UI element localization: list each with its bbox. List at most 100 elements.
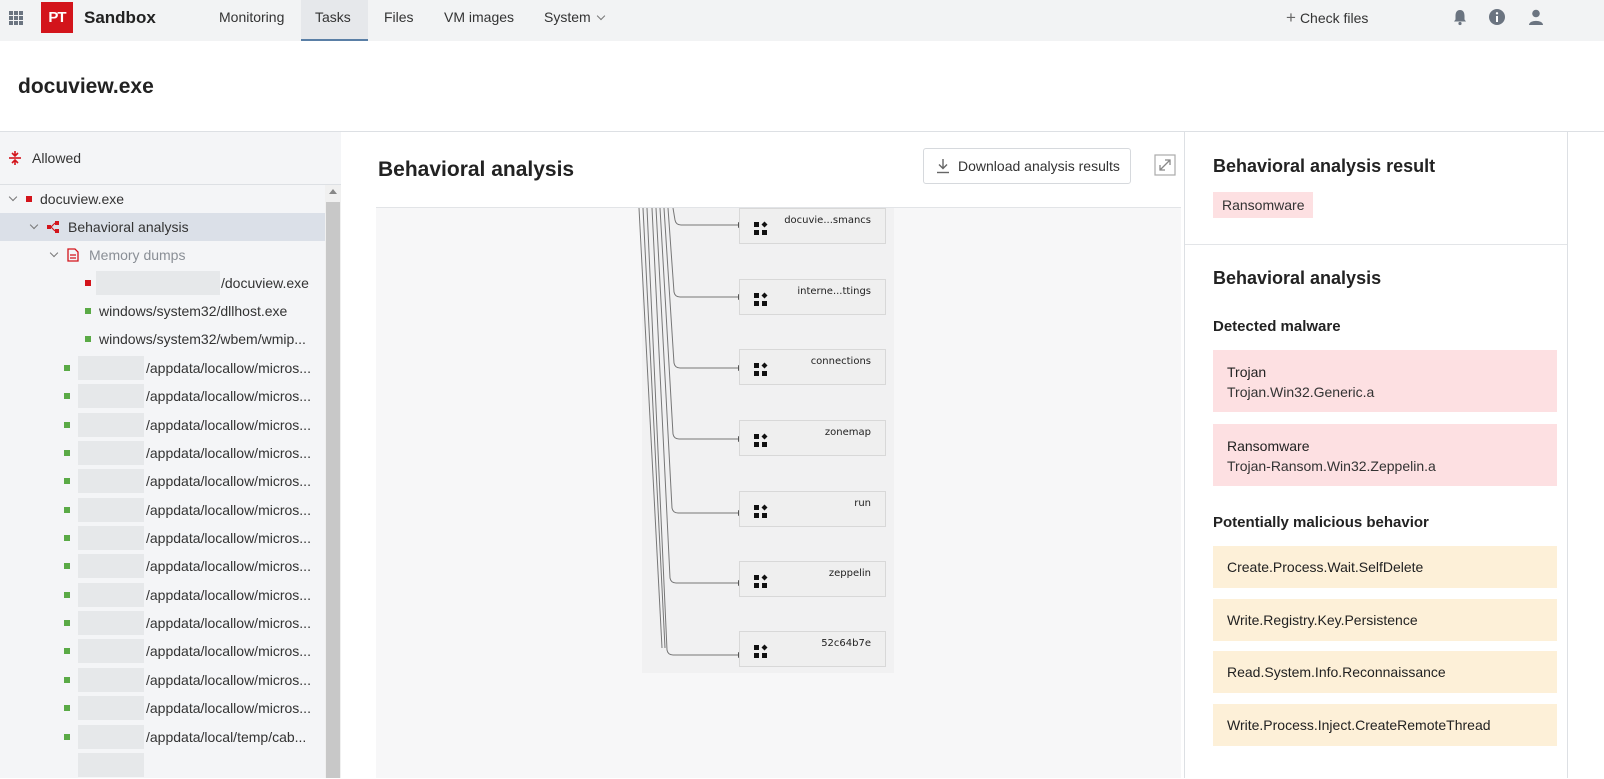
redacted-path <box>78 384 144 408</box>
tree-item-file[interactable]: /appdata/locallow/micros... <box>0 524 325 552</box>
tree-item-label: /appdata/locallow/micros... <box>146 388 311 404</box>
tab-files[interactable]: Files <box>370 0 428 41</box>
malware-card: Ransomware Trojan-Ransom.Win32.Zeppelin.… <box>1213 424 1557 486</box>
pt-logo[interactable]: PT <box>41 2 73 33</box>
chevron-down-icon[interactable] <box>8 192 18 202</box>
graph-node[interactable]: interne...ttings <box>739 279 886 315</box>
tree-item-label: /appdata/locallow/micros... <box>146 530 311 546</box>
tree-item-label: Behavioral analysis <box>68 219 189 235</box>
graph-node[interactable]: 52c64b7e <box>739 631 886 667</box>
registry-key-icon <box>754 292 768 306</box>
redacted-path <box>78 753 144 777</box>
panel-title: Behavioral analysis <box>378 158 575 181</box>
expand-icon[interactable] <box>1154 154 1176 176</box>
registry-key-icon <box>754 221 768 235</box>
status-red-icon <box>85 280 91 286</box>
status-green-icon <box>64 592 70 598</box>
result-heading: Behavioral analysis result <box>1213 156 1436 176</box>
tree-item-memory-dumps[interactable]: Memory dumps <box>0 241 325 269</box>
graph-node-label: docuvie...smancs <box>784 215 871 226</box>
graph-node-label: zeppelin <box>828 568 871 579</box>
registry-key-icon <box>754 644 768 658</box>
tree-scrollbar[interactable] <box>325 185 341 778</box>
malware-type: Ransomware <box>1227 438 1310 454</box>
graph-canvas[interactable]: docuvie...smancs interne...ttings connec… <box>376 207 1181 778</box>
tree-item-file[interactable]: /appdata/locallow/micros... <box>0 694 325 722</box>
tree-item-file[interactable]: /appdata/locallow/micros... <box>0 467 325 495</box>
status-green-icon <box>85 308 91 314</box>
malware-card: Trojan Trojan.Win32.Generic.a <box>1213 350 1557 412</box>
redacted-path <box>78 498 144 522</box>
status-green-icon <box>64 648 70 654</box>
allowed-filter[interactable]: Allowed <box>0 132 341 185</box>
registry-key-icon <box>754 362 768 376</box>
tree-item-dump[interactable]: windows/system32/wbem/wmip... <box>0 325 325 353</box>
graph-node[interactable]: zonemap <box>739 420 886 456</box>
tree-item-label: Memory dumps <box>89 247 186 263</box>
info-icon[interactable] <box>1488 8 1506 26</box>
scroll-thumb[interactable] <box>326 202 340 778</box>
tab-system[interactable]: System <box>530 0 618 41</box>
apps-grid-icon[interactable] <box>9 11 23 25</box>
tree-item-label: windows/system32/wbem/wmip... <box>99 331 306 347</box>
graph-node[interactable]: zeppelin <box>739 561 886 597</box>
graph-node-label: interne...ttings <box>797 286 871 297</box>
redacted-path <box>78 583 144 607</box>
tree-item-file[interactable]: /appdata/locallow/micros... <box>0 354 325 382</box>
graph-node[interactable]: run <box>739 491 886 527</box>
registry-key-icon <box>754 574 768 588</box>
tab-tasks[interactable]: Tasks <box>301 0 368 41</box>
redacted-path <box>78 526 144 550</box>
download-results-button[interactable]: Download analysis results <box>923 148 1131 184</box>
tree-item-file[interactable]: /appdata/locallow/micros... <box>0 439 325 467</box>
tree-item-label: docuview.exe <box>40 191 125 207</box>
status-green-icon <box>64 620 70 626</box>
tree-item-file[interactable]: /appdata/local/temp/cab... <box>0 723 325 751</box>
tree-item-file[interactable]: /appdata/locallow/micros... <box>0 552 325 580</box>
tree-item-file-partial[interactable] <box>0 751 325 778</box>
scroll-up-arrow-icon[interactable] <box>329 189 337 194</box>
behavior-item[interactable]: Write.Registry.Key.Persistence <box>1213 599 1557 641</box>
download-icon <box>937 159 949 174</box>
download-results-label: Download analysis results <box>958 158 1120 174</box>
chevron-down-icon[interactable] <box>49 248 59 258</box>
user-icon[interactable] <box>1527 8 1545 26</box>
bell-icon[interactable] <box>1451 8 1469 26</box>
redacted-path <box>78 725 144 749</box>
app-title[interactable]: Sandbox <box>84 8 156 28</box>
tree-item-file[interactable]: /appdata/locallow/micros... <box>0 609 325 637</box>
graph-node[interactable]: connections <box>739 349 886 385</box>
chevron-down-icon[interactable] <box>29 220 39 230</box>
status-green-icon <box>85 336 91 342</box>
tab-vm-images[interactable]: VM images <box>430 0 528 41</box>
status-green-icon <box>64 734 70 740</box>
tree-item-file[interactable]: /appdata/locallow/micros... <box>0 581 325 609</box>
behavior-item[interactable]: Read.System.Info.Reconnaissance <box>1213 651 1557 693</box>
tree-item-root[interactable]: docuview.exe <box>0 185 325 213</box>
tree-item-file[interactable]: /appdata/locallow/micros... <box>0 637 325 665</box>
tree-item-behavioral-analysis[interactable]: Behavioral analysis <box>0 213 325 241</box>
verdict-badge: Ransomware <box>1213 192 1314 218</box>
right-gutter <box>1568 132 1604 778</box>
check-files-button[interactable]: + Check files <box>1286 8 1368 28</box>
tree-item-label: /appdata/locallow/micros... <box>146 615 311 631</box>
tree-item-file[interactable]: /appdata/locallow/micros... <box>0 496 325 524</box>
tree-item-label: /appdata/locallow/micros... <box>146 700 311 716</box>
malware-name: Trojan.Win32.Generic.a <box>1227 384 1375 400</box>
behavior-item[interactable]: Create.Process.Wait.SelfDelete <box>1213 546 1557 588</box>
merge-arrows-icon <box>9 151 21 165</box>
tree-item-file[interactable]: /appdata/locallow/micros... <box>0 382 325 410</box>
tab-monitoring[interactable]: Monitoring <box>205 0 298 41</box>
tree-item-file[interactable]: /appdata/locallow/micros... <box>0 666 325 694</box>
document-icon <box>67 248 79 262</box>
registry-key-icon <box>754 504 768 518</box>
graph-node[interactable]: docuvie...smancs <box>739 208 886 244</box>
graph-icon <box>47 221 59 233</box>
divider <box>1185 244 1567 245</box>
tree-item-file[interactable]: /appdata/locallow/micros... <box>0 411 325 439</box>
status-green-icon <box>64 450 70 456</box>
tree-item-label: /appdata/locallow/micros... <box>146 587 311 603</box>
tree-item-dump[interactable]: windows/system32/dllhost.exe <box>0 297 325 325</box>
tree-item-dump[interactable]: /docuview.exe <box>0 269 325 297</box>
behavior-item[interactable]: Write.Process.Inject.CreateRemoteThread <box>1213 704 1557 746</box>
